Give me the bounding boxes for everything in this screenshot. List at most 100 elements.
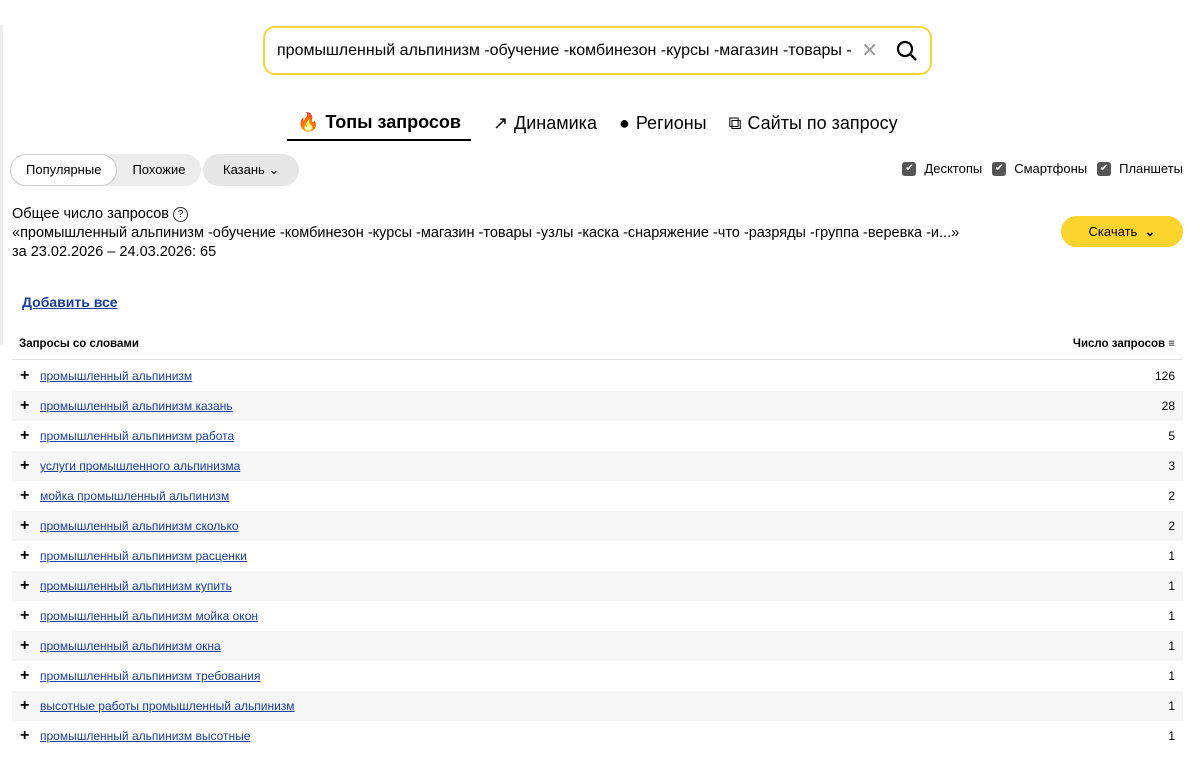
table-row: + промышленный альпинизм 126: [12, 361, 1183, 391]
clear-icon[interactable]: ✕: [861, 38, 878, 63]
tab-dynamics[interactable]: ↗ Динамика: [493, 112, 597, 141]
checkbox-label: Десктопы: [924, 161, 983, 176]
checkbox-smartphones[interactable]: ✔ Смартфоны: [992, 161, 1087, 176]
globe-icon: ●: [618, 113, 630, 133]
plus-icon[interactable]: +: [20, 697, 40, 715]
plus-icon[interactable]: +: [20, 727, 40, 745]
query-link[interactable]: промышленный альпинизм мойка окон: [40, 609, 1168, 623]
query-table: + промышленный альпинизм 126 + промышленный …: [12, 361, 1183, 751]
query-link[interactable]: промышленный альпинизм требования: [40, 669, 1168, 683]
help-icon[interactable]: ?: [173, 206, 189, 222]
query-link[interactable]: услуги промышленного альпинизма: [40, 459, 1168, 473]
query-link[interactable]: промышленный альпинизм сколько: [40, 519, 1168, 533]
query-count: 28: [1161, 399, 1175, 413]
query-link[interactable]: промышленный альпинизм купить: [40, 579, 1168, 593]
total-period: за 23.02.2026 – 24.03.2026: 65: [12, 244, 217, 260]
query-link[interactable]: промышленный альпинизм высотные: [40, 729, 1168, 743]
external-link-icon: ⧉: [728, 113, 742, 133]
tabs: 🔥 Топы запросов ↗ Динамика ● Регионы ⧉ Сайты…: [287, 112, 898, 141]
chevron-down-icon: ⌄: [1144, 224, 1156, 239]
query-count: 5: [1168, 429, 1175, 443]
plus-icon[interactable]: +: [20, 427, 40, 445]
query-count: 3: [1168, 459, 1175, 473]
plus-icon[interactable]: +: [20, 397, 40, 415]
plus-icon[interactable]: +: [20, 607, 40, 625]
query-count: 126: [1154, 369, 1175, 383]
query-count: 1: [1168, 579, 1175, 593]
similar-button[interactable]: Похожие: [117, 154, 200, 186]
plus-icon[interactable]: +: [20, 517, 40, 535]
tab-sites[interactable]: ⧉ Сайты по запросу: [729, 112, 898, 141]
left-edge: [0, 25, 3, 345]
search-icon[interactable]: [896, 40, 918, 62]
table-row: + промышленный альпинизм высотные 1: [12, 721, 1183, 751]
table-row: + промышленный альпинизм требования 1: [12, 661, 1183, 691]
table-header: Запросы со словами Число запросов ≡: [12, 338, 1183, 360]
checkbox-desktop[interactable]: ✔ Десктопы: [902, 161, 982, 176]
search-input[interactable]: промышленный альпинизм -обучение -комбин…: [277, 42, 851, 60]
query-link[interactable]: промышленный альпинизм окна: [40, 639, 1168, 653]
total-summary: Общее число запросов ? «промышленный аль…: [12, 205, 959, 262]
table-row: + мойка промышленный альпинизм 2: [12, 481, 1183, 511]
region-label: Казань: [223, 162, 265, 177]
table-row: + промышленный альпинизм сколько 2: [12, 511, 1183, 541]
column-count-label: Число запросов: [1072, 338, 1166, 350]
tab-label: Сайты по запросу: [747, 113, 898, 133]
query-count: 2: [1168, 519, 1175, 533]
popular-button[interactable]: Популярные: [10, 154, 118, 186]
query-link[interactable]: высотные работы промышленный альпинизм: [40, 699, 1168, 713]
checkbox-tablets[interactable]: ✔ Планшеты: [1097, 161, 1183, 176]
table-row: + промышленный альпинизм мойка окон 1: [12, 601, 1183, 631]
plus-icon[interactable]: +: [20, 547, 40, 565]
table-row: + промышленный альпинизм расценки 1: [12, 541, 1183, 571]
tab-label: Регионы: [635, 113, 707, 133]
region-select[interactable]: Казань ⌄: [203, 154, 300, 186]
query-count: 1: [1168, 549, 1175, 563]
plus-icon[interactable]: +: [20, 637, 40, 655]
trend-icon: ↗: [492, 113, 509, 133]
query-link[interactable]: промышленный альпинизм казань: [40, 399, 1162, 413]
query-count: 1: [1168, 699, 1175, 713]
table-row: + промышленный альпинизм купить 1: [12, 571, 1183, 601]
query-count: 1: [1168, 609, 1175, 623]
tab-label: Динамика: [514, 113, 597, 133]
query-count: 1: [1168, 669, 1175, 683]
download-label: Скачать: [1088, 224, 1138, 239]
device-filters: ✔ Десктопы ✔ Смартфоны ✔ Планшеты: [902, 161, 1183, 176]
check-icon: ✔: [902, 161, 917, 176]
tab-label: Топы запросов: [325, 112, 461, 132]
sort-icon[interactable]: ≡: [1168, 338, 1175, 350]
table-row: + промышленный альпинизм окна 1: [12, 631, 1183, 661]
tab-regions[interactable]: ● Регионы: [619, 112, 707, 141]
query-count: 1: [1168, 639, 1175, 653]
plus-icon[interactable]: +: [20, 367, 40, 385]
table-row: + услуги промышленного альпинизма 3: [12, 451, 1183, 481]
query-link[interactable]: промышленный альпинизм расценки: [40, 549, 1168, 563]
check-icon: ✔: [992, 161, 1007, 176]
column-queries: Запросы со словами: [19, 338, 139, 350]
query-link[interactable]: мойка промышленный альпинизм: [40, 489, 1168, 503]
query-count: 2: [1168, 489, 1175, 503]
table-row: + промышленный альпинизм работа 5: [12, 421, 1183, 451]
total-title: Общее число запросов: [12, 206, 170, 222]
checkbox-label: Планшеты: [1119, 161, 1183, 176]
plus-icon[interactable]: +: [20, 487, 40, 505]
query-count: 1: [1168, 729, 1175, 743]
total-query: «промышленный альпинизм -обучение -комби…: [12, 225, 960, 241]
check-icon: ✔: [1097, 161, 1112, 176]
chevron-down-icon: ⌄: [268, 162, 280, 177]
checkbox-label: Смартфоны: [1014, 161, 1088, 176]
plus-icon[interactable]: +: [20, 577, 40, 595]
tab-top-queries[interactable]: 🔥 Топы запросов: [287, 112, 471, 141]
search-box[interactable]: промышленный альпинизм -обучение -комбин…: [263, 26, 932, 75]
download-button[interactable]: Скачать ⌄: [1061, 216, 1183, 247]
column-count[interactable]: Число запросов ≡: [1073, 338, 1175, 359]
fire-icon: 🔥: [297, 112, 320, 132]
plus-icon[interactable]: +: [20, 457, 40, 475]
table-row: + промышленный альпинизм казань 28: [12, 391, 1183, 421]
query-link[interactable]: промышленный альпинизм: [40, 369, 1155, 383]
mode-switch: Популярные Похожие: [10, 154, 201, 186]
plus-icon[interactable]: +: [20, 667, 40, 685]
add-all-link[interactable]: Добавить все: [22, 294, 118, 310]
query-link[interactable]: промышленный альпинизм работа: [40, 429, 1168, 443]
